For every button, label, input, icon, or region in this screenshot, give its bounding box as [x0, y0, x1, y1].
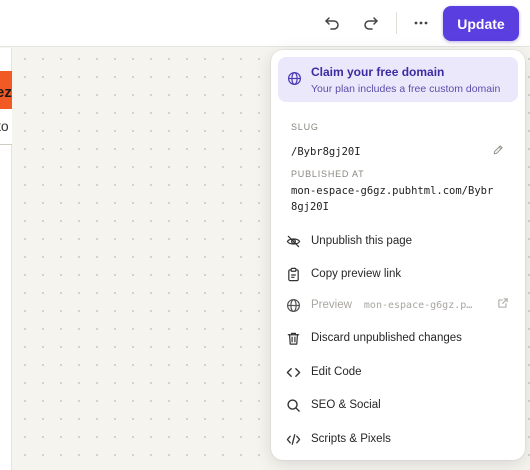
published-at-label: PUBLISHED AT — [291, 169, 365, 179]
published-url-line1: mon-espace-g6gz.pubhtml.com/Bybr — [291, 185, 494, 197]
menu-item-copy-preview-link[interactable]: Copy preview link — [285, 261, 511, 287]
trash-icon — [285, 330, 301, 346]
pencil-icon[interactable] — [492, 144, 504, 156]
menu-item-label: Preview — [311, 299, 352, 311]
toolbar-divider — [396, 12, 397, 34]
slug-value: /Bybr8gj20I — [291, 146, 361, 158]
claim-domain-subtitle: Your plan includes a free custom domain — [311, 83, 501, 95]
peek-body-text: to — [0, 118, 9, 134]
menu-item-preview: Preview mon-espace-g6gz.p… — [285, 292, 511, 318]
redo-icon[interactable] — [356, 8, 386, 38]
update-button[interactable]: Update — [443, 6, 519, 41]
globe-icon — [287, 71, 302, 86]
claim-domain-banner[interactable]: Claim your free domain Your plan include… — [278, 57, 518, 102]
published-url-line2: 8gj20I — [291, 201, 329, 213]
undo-icon[interactable] — [317, 8, 347, 38]
clipboard-icon — [285, 266, 301, 282]
code-icon — [285, 364, 301, 380]
more-horizontal-icon[interactable] — [406, 8, 436, 38]
menu-item-seo-social[interactable]: SEO & Social — [285, 392, 511, 418]
menu-item-discard-changes[interactable]: Discard unpublished changes — [285, 325, 511, 351]
globe-icon — [285, 297, 301, 313]
claim-domain-title: Claim your free domain — [311, 65, 445, 79]
menu-item-label: Discard unpublished changes — [311, 332, 462, 344]
menu-item-scripts-pixels[interactable]: Scripts & Pixels — [285, 426, 511, 452]
search-icon — [285, 397, 301, 413]
preview-url: mon-espace-g6gz.p… — [363, 299, 473, 311]
menu-item-label: Scripts & Pixels — [311, 433, 391, 445]
top-toolbar: Update — [0, 0, 530, 47]
menu-item-label: SEO & Social — [311, 399, 381, 411]
external-link-icon — [497, 297, 509, 309]
publish-menu: Claim your free domain Your plan include… — [271, 50, 525, 460]
slug-label: SLUG — [291, 122, 319, 132]
menu-item-label: Copy preview link — [311, 268, 402, 280]
eye-off-icon — [285, 233, 301, 249]
peek-heading-text: ez — [0, 84, 12, 101]
menu-item-unpublish[interactable]: Unpublish this page — [285, 228, 511, 254]
menu-item-label: Unpublish this page — [311, 235, 413, 247]
code-slash-icon — [285, 431, 301, 447]
menu-item-edit-code[interactable]: Edit Code — [285, 359, 511, 385]
menu-item-label: Edit Code — [311, 366, 362, 378]
canvas-element-peek[interactable]: ez to — [0, 71, 12, 145]
